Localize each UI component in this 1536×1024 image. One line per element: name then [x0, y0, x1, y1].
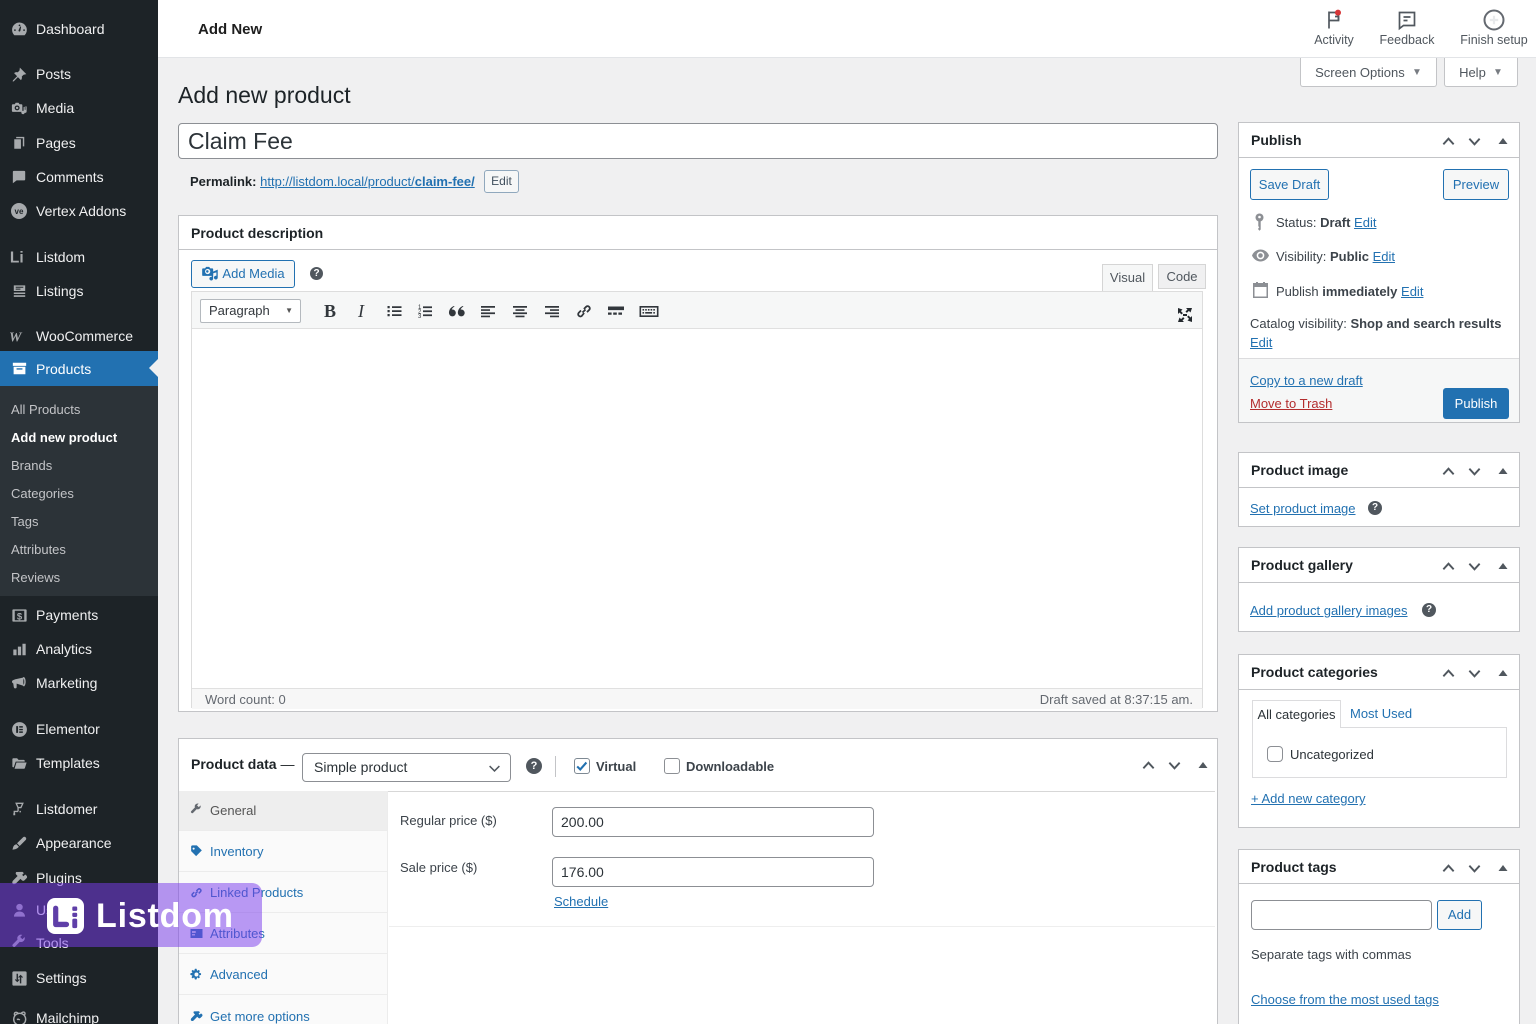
svg-text:W: W [9, 330, 23, 345]
svg-text:$: $ [16, 611, 22, 622]
svg-text:ve: ve [15, 207, 24, 216]
svg-text:3: 3 [418, 314, 422, 320]
svg-text:Li: Li [10, 249, 24, 266]
